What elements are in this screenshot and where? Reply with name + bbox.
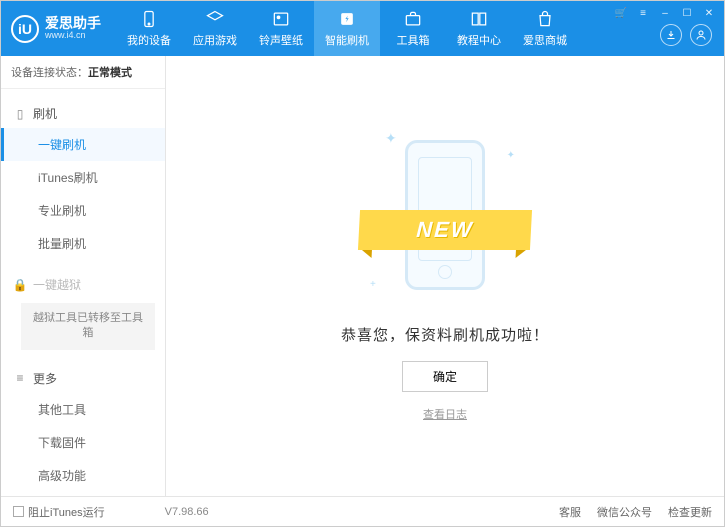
sidebar-item-pro-flash[interactable]: 专业刷机 — [1, 194, 165, 227]
menu-icon[interactable]: ≡ — [636, 6, 650, 20]
close-icon[interactable]: ✕ — [702, 6, 716, 20]
download-button[interactable] — [660, 24, 682, 46]
footer-check-update[interactable]: 检查更新 — [668, 504, 712, 520]
nav-smart-flash[interactable]: 智能刷机 — [314, 1, 380, 56]
logo: iU 爱思助手 www.i4.cn — [11, 1, 116, 56]
minimize-icon[interactable]: – — [658, 6, 672, 20]
book-icon — [469, 9, 489, 29]
sidebar-item-batch-flash[interactable]: 批量刷机 — [1, 227, 165, 260]
nav-apps-games[interactable]: 应用游戏 — [182, 1, 248, 56]
sparkle-icon: ✦ — [385, 130, 397, 147]
footer-support[interactable]: 客服 — [559, 504, 581, 520]
download-icon — [665, 29, 677, 41]
device-icon — [139, 9, 159, 29]
app-title: 爱思助手 — [45, 16, 101, 31]
phone-icon: ▯ — [13, 107, 27, 121]
nav-ringtones[interactable]: 铃声壁纸 — [248, 1, 314, 56]
apps-icon — [205, 9, 225, 29]
image-icon — [271, 9, 291, 29]
sidebar-item-itunes-flash[interactable]: iTunes刷机 — [1, 161, 165, 194]
cart-icon[interactable]: 🛒 — [614, 6, 628, 20]
app-url: www.i4.cn — [45, 31, 101, 41]
connection-status: 设备连接状态：正常模式 — [1, 56, 165, 89]
sidebar-item-advanced[interactable]: 高级功能 — [1, 459, 165, 492]
nav-tutorials[interactable]: 教程中心 — [446, 1, 512, 56]
checkbox-icon — [13, 506, 24, 517]
view-log-link[interactable]: 查看日志 — [423, 406, 467, 422]
app-window: iU 爱思助手 www.i4.cn 我的设备 应用游戏 铃声壁纸 智能刷机 — [0, 0, 725, 527]
footer-wechat[interactable]: 微信公众号 — [597, 504, 652, 520]
jailbreak-moved-note: 越狱工具已转移至工具箱 — [21, 303, 155, 350]
nav-toolbox[interactable]: 工具箱 — [380, 1, 446, 56]
user-icon — [695, 29, 707, 41]
sidebar-item-download-firmware[interactable]: 下载固件 — [1, 426, 165, 459]
header: iU 爱思助手 www.i4.cn 我的设备 应用游戏 铃声壁纸 智能刷机 — [1, 1, 724, 56]
sidebar-item-oneclick-flash[interactable]: 一键刷机 — [1, 128, 165, 161]
sparkle-icon: + — [370, 279, 376, 290]
lock-icon: 🔒 — [13, 278, 27, 292]
nav-store[interactable]: 爱思商城 — [512, 1, 578, 56]
new-ribbon: NEW — [358, 210, 532, 250]
sparkle-icon: ✦ — [507, 150, 515, 161]
sidebar-header-more[interactable]: ≡ 更多 — [1, 364, 165, 393]
sidebar: 设备连接状态：正常模式 ▯ 刷机 一键刷机 iTunes刷机 专业刷机 批量刷机… — [1, 56, 166, 496]
bag-icon — [535, 9, 555, 29]
window-controls: 🛒 ≡ – ☐ ✕ — [614, 1, 724, 20]
success-message: 恭喜您，保资料刷机成功啦！ — [341, 324, 549, 345]
sidebar-header-jailbreak: 🔒 一键越狱 — [1, 270, 165, 299]
nav-my-device[interactable]: 我的设备 — [116, 1, 182, 56]
footer: 阻止iTunes运行 V7.98.66 客服 微信公众号 检查更新 — [1, 496, 724, 526]
main-content: ✦ ✦ + NEW 恭喜您，保资料刷机成功啦！ 确定 查看日志 — [166, 56, 724, 496]
logo-icon: iU — [11, 15, 39, 43]
user-button[interactable] — [690, 24, 712, 46]
top-nav: 我的设备 应用游戏 铃声壁纸 智能刷机 工具箱 教程中心 — [116, 1, 614, 56]
maximize-icon[interactable]: ☐ — [680, 6, 694, 20]
flash-icon — [337, 9, 357, 29]
toolbox-icon — [403, 9, 423, 29]
version-label: V7.98.66 — [165, 506, 209, 518]
sidebar-header-flash[interactable]: ▯ 刷机 — [1, 99, 165, 128]
list-icon: ≡ — [13, 371, 27, 385]
ok-button[interactable]: 确定 — [402, 361, 488, 392]
sidebar-item-other-tools[interactable]: 其他工具 — [1, 393, 165, 426]
success-illustration: ✦ ✦ + NEW — [365, 130, 525, 310]
block-itunes-checkbox[interactable]: 阻止iTunes运行 — [13, 504, 105, 520]
